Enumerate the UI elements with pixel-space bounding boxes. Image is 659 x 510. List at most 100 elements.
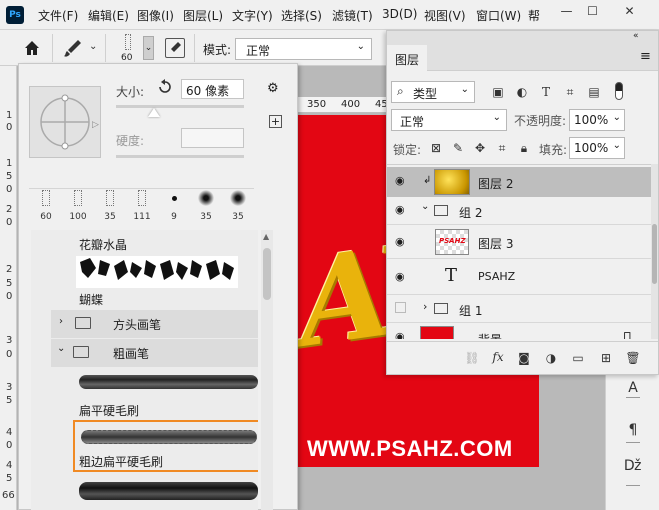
gear-icon[interactable]: ⚙: [267, 81, 279, 96]
hardness-slider[interactable]: [116, 155, 244, 158]
layer-row[interactable]: › 组 1: [387, 295, 658, 323]
lock-artboard-icon[interactable]: ⌗: [493, 139, 511, 157]
menu-layer[interactable]: 图层(L): [183, 7, 223, 24]
eye-icon[interactable]: ◉: [395, 203, 405, 216]
recent-brush[interactable]: 9: [159, 188, 189, 222]
filter-shape-icon[interactable]: ⌗: [561, 83, 579, 101]
collapse-icon[interactable]: «: [633, 31, 639, 41]
lock-all-icon[interactable]: 🔒︎: [515, 139, 533, 157]
layer-row[interactable]: ◉ T PSAHZ: [387, 259, 658, 295]
chevron-down-icon[interactable]: ⌄: [421, 201, 429, 212]
recent-brush[interactable]: 100: [63, 188, 93, 222]
tab-layers[interactable]: 图层: [387, 45, 427, 71]
filter-smart-object-icon[interactable]: ▤: [585, 83, 603, 101]
close-button[interactable]: ✕: [617, 1, 642, 21]
layer-name: 背景: [478, 331, 502, 339]
brush-settings-icon[interactable]: [165, 38, 185, 58]
menu-help[interactable]: 帮: [528, 7, 540, 24]
recent-brush[interactable]: 35: [95, 188, 125, 222]
brush-item-label[interactable]: 花瓣水晶: [79, 236, 127, 253]
size-input[interactable]: 60 像素: [181, 79, 244, 99]
mode-select[interactable]: 正常 ⌄: [235, 38, 372, 60]
clip-arrow-icon: ↲: [423, 175, 432, 186]
chevron-right-icon[interactable]: ›: [423, 300, 427, 313]
brush-stroke-preview[interactable]: [79, 480, 258, 502]
recent-brush[interactable]: 111: [127, 188, 157, 222]
opacity-input[interactable]: 100% ⌄: [569, 109, 625, 131]
brush-preset-picker[interactable]: 60: [118, 32, 140, 64]
brush-picker-chevron-icon[interactable]: ⌄: [143, 36, 154, 60]
menu-window[interactable]: 窗口(W): [476, 7, 521, 24]
trash-icon[interactable]: 🗑︎: [624, 349, 642, 367]
menu-file[interactable]: 文件(F): [38, 7, 78, 24]
lock-image-icon[interactable]: ✎: [449, 139, 467, 157]
brush-folder-row[interactable]: › 方头画笔: [51, 310, 258, 338]
menu-filter[interactable]: 滤镜(T): [332, 7, 373, 24]
eye-icon[interactable]: ◉: [395, 330, 405, 339]
menu-select[interactable]: 选择(S): [281, 7, 322, 24]
layer-name: 图层 2: [478, 177, 514, 191]
home-icon[interactable]: [22, 38, 42, 58]
fx-icon[interactable]: fx: [489, 348, 507, 366]
lock-position-icon[interactable]: ✥: [471, 139, 489, 157]
size-slider-handle[interactable]: [148, 108, 160, 117]
hardness-input[interactable]: [181, 128, 244, 148]
new-group-icon[interactable]: ▭: [569, 349, 587, 367]
layer-row[interactable]: ◉ PSAHZ 图层 3: [387, 225, 658, 259]
filter-toggle-icon[interactable]: [615, 82, 623, 100]
layer-row[interactable]: ◉ 背景 ⊓: [387, 323, 658, 339]
filter-kind-select[interactable]: ⌕ 类型 ⌄: [391, 81, 475, 103]
eye-icon[interactable]: ◉: [395, 270, 405, 283]
paragraph-panel-icon[interactable]: ¶: [620, 417, 646, 443]
butterfly-brush-stroke[interactable]: [76, 256, 238, 288]
brush-folder-row[interactable]: ⌄ 粗画笔: [51, 339, 258, 367]
divider: [626, 397, 640, 398]
recent-brush[interactable]: 35: [223, 188, 253, 222]
minimize-button[interactable]: —: [554, 1, 579, 21]
visibility-toggle-off[interactable]: [395, 302, 406, 313]
eye-icon[interactable]: ◉: [395, 235, 405, 248]
layer-row[interactable]: ◉ ⌄ 组 2: [387, 197, 658, 225]
glyphs-panel-icon[interactable]: ǅ: [620, 453, 646, 479]
link-layers-icon[interactable]: ⛓: [463, 349, 481, 367]
recent-brush[interactable]: 35: [191, 188, 221, 222]
layer-row[interactable]: ◉ ↲ 图层 2: [387, 167, 658, 197]
photoshop-logo: Ps: [6, 6, 24, 24]
menu-3d[interactable]: 3D(D): [382, 7, 417, 21]
scrollbar-thumb[interactable]: [263, 248, 271, 300]
selected-brush-item[interactable]: 粗边扁平硬毛刷: [73, 420, 258, 472]
recent-brush[interactable]: 60: [31, 188, 61, 222]
maximize-button[interactable]: ☐: [580, 1, 605, 21]
chevron-down-icon: ⌄: [356, 41, 365, 52]
new-layer-icon[interactable]: ⊞: [597, 349, 615, 367]
add-mask-icon[interactable]: ◙: [515, 349, 533, 367]
brush-list-scrollbar[interactable]: ▲: [261, 230, 273, 510]
menu-view[interactable]: 视图(V): [424, 7, 466, 24]
panel-menu-icon[interactable]: ≡: [640, 49, 651, 64]
chevron-down-icon[interactable]: ⌄: [89, 41, 97, 52]
flat-bristle-brush-stroke[interactable]: [79, 373, 258, 395]
fill-input[interactable]: 100% ⌄: [569, 137, 625, 159]
filter-pixel-icon[interactable]: ▣: [489, 83, 507, 101]
lock-transparent-icon[interactable]: ⊠: [427, 139, 445, 157]
size-slider[interactable]: [116, 105, 244, 108]
brush-tool-icon[interactable]: [62, 38, 84, 58]
eye-icon[interactable]: ◉: [395, 174, 405, 187]
brush-item-label[interactable]: 扁平硬毛刷: [79, 402, 139, 419]
ruler-mark: 2: [6, 204, 13, 215]
menu-image[interactable]: 图像(I): [137, 7, 174, 24]
filter-type-icon[interactable]: T: [537, 83, 555, 101]
ruler-mark: 5: [6, 278, 13, 289]
layers-scrollbar[interactable]: [651, 164, 658, 339]
adjustment-layer-icon[interactable]: ◑: [542, 349, 560, 367]
opacity-value: 100%: [574, 113, 609, 127]
filter-adjustment-icon[interactable]: ◐: [513, 83, 531, 101]
blend-mode-select[interactable]: 正常 ⌄: [391, 109, 507, 131]
new-preset-icon[interactable]: +: [269, 115, 282, 128]
scrollbar-thumb[interactable]: [652, 224, 657, 284]
brush-angle-preview[interactable]: [29, 86, 101, 158]
menu-edit[interactable]: 编辑(E): [88, 7, 129, 24]
menu-type[interactable]: 文字(Y): [232, 7, 273, 24]
reset-size-icon[interactable]: [157, 79, 173, 95]
brush-item-label[interactable]: 蝴蝶: [79, 291, 103, 308]
